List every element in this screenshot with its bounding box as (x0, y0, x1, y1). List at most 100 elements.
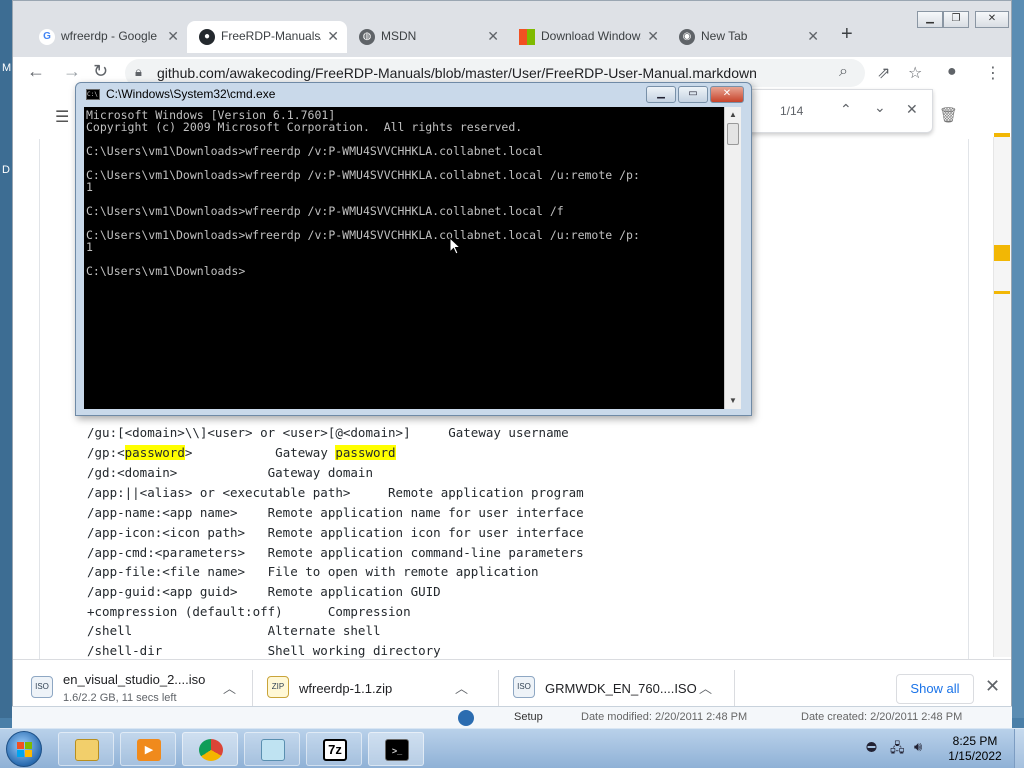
find-close-icon[interactable]: ✕ (906, 101, 918, 118)
tab-label: Download Windows (541, 29, 641, 43)
google-icon: G (39, 29, 55, 45)
tab-google-search[interactable]: G wfreerdp - Google Search ✕ (27, 21, 187, 53)
scroll-up-icon[interactable]: ▲ (729, 110, 737, 119)
taskbar-notepad[interactable] (244, 732, 300, 766)
file-name: Setup (514, 711, 543, 723)
cmd-title: C:\Windows\System32\cmd.exe (106, 87, 276, 101)
globe-icon: ◍ (359, 29, 375, 45)
console-line: C:\Users\vm1\Downloads>wfreerdp /v:P-WMU… (86, 228, 640, 242)
tab-close-icon[interactable]: ✕ (487, 28, 499, 45)
tab-close-icon[interactable]: ✕ (807, 28, 819, 45)
tab-label: New Tab (701, 29, 748, 43)
cmd-icon: C:\ (86, 89, 100, 100)
menu-dots-icon[interactable]: ⋮ (985, 63, 1001, 83)
start-button[interactable] (6, 731, 42, 767)
forward-arrow-icon[interactable]: → (63, 61, 81, 82)
manual-line: /app-cmd:<parameters> Remote application… (87, 545, 584, 560)
manual-line: /app-guid:<app guid> Remote application … (87, 584, 441, 599)
cmd-minimize-button[interactable]: ▁ (646, 86, 676, 103)
chevron-up-icon[interactable]: ︿ (699, 678, 712, 697)
taskbar-7zip[interactable]: 7z (306, 732, 362, 766)
manual-line: /app-file:<file name> File to open with … (87, 564, 539, 579)
zoom-icon[interactable]: ⌕ (839, 63, 848, 81)
microsoft-icon (519, 29, 535, 45)
divider (734, 670, 735, 708)
iso-file-icon: ISO (513, 676, 535, 698)
clock-time: 8:25 PM (952, 734, 998, 748)
back-arrow-icon[interactable]: ← (27, 61, 45, 82)
iso-file-icon: ISO (31, 676, 53, 698)
chrome-minimize-button[interactable]: ▁ (917, 11, 943, 28)
manual-line: /app-name:<app name> Remote application … (87, 505, 584, 520)
find-previous-icon[interactable]: ⌃ (840, 101, 852, 118)
tab-freerdp-manual[interactable]: ● FreeRDP-Manuals/FreeRDP-User-Manual.ma… (187, 21, 347, 53)
manual-line: /gu:[<domain>\\]<user> or <user>[@<domai… (87, 425, 569, 440)
console-output[interactable]: Microsoft Windows [Version 6.1.7601] Cop… (84, 107, 724, 409)
hamburger-icon[interactable]: ☰ (55, 107, 69, 127)
chrome-icon (199, 739, 223, 761)
find-count: 1/14 (780, 104, 804, 118)
find-marker (994, 133, 1010, 137)
network-icon[interactable]: 🖧︎ (890, 739, 905, 761)
lock-icon: 🔒︎ (135, 64, 142, 79)
search-highlight: password (124, 445, 185, 460)
tab-close-icon[interactable]: ✕ (327, 28, 339, 45)
tab-label: FreeRDP-Manuals/FreeRDP-User-Manual.mark… (221, 29, 321, 43)
system-clock[interactable]: 8:25 PM 1/15/2022 (940, 734, 1010, 764)
chevron-up-icon[interactable]: ︿ (223, 678, 236, 697)
scroll-down-icon[interactable]: ▼ (729, 396, 737, 405)
console-line: C:\Users\vm1\Downloads>wfreerdp /v:P-WMU… (86, 144, 543, 158)
delete-icon[interactable]: 🗑︎ (939, 106, 958, 124)
taskbar-explorer[interactable] (58, 732, 114, 766)
address-url: github.com/awakecoding/FreeRDP-Manuals/b… (157, 65, 757, 81)
mouse-pointer-icon (449, 237, 461, 255)
console-line: C:\Users\vm1\Downloads>wfreerdp /v:P-WMU… (86, 168, 640, 182)
desktop-right-edge (1012, 0, 1024, 718)
star-icon[interactable]: ☆ (908, 63, 922, 83)
find-marker (994, 291, 1010, 294)
manual-line: /app:||<alias> or <executable path> Remo… (87, 485, 584, 500)
taskbar-cmd[interactable]: >_ (368, 732, 424, 766)
cmd-icon: >_ (385, 739, 409, 761)
tab-download-windows[interactable]: Download Windows ✕ (507, 21, 667, 53)
page-scrollbar[interactable] (993, 137, 1011, 657)
share-icon[interactable]: ⇗ (877, 63, 890, 83)
cmd-scrollbar[interactable]: ▲ ▼ (724, 107, 741, 409)
download-name: GRMWDK_EN_760....ISO (545, 681, 697, 696)
cmd-window: C:\ C:\Windows\System32\cmd.exe ▁ ▭ ✕ Mi… (75, 82, 752, 416)
tab-close-icon[interactable]: ✕ (647, 28, 659, 45)
date-modified: Date modified: 2/20/2011 2:48 PM (581, 711, 748, 723)
new-tab-button[interactable]: + (841, 23, 853, 46)
cmd-close-button[interactable]: ✕ (710, 86, 744, 103)
github-icon: ● (199, 29, 215, 45)
tab-strip: ▁ ❐ ✕ G wfreerdp - Google Search ✕ ● Fre… (13, 1, 1011, 57)
show-all-button[interactable]: Show all (896, 674, 974, 704)
volume-icon[interactable]: 🔊︎ (914, 739, 922, 755)
chrome-restore-button[interactable]: ❐ (943, 11, 969, 28)
manual-line: +compression (default:off) Compression (87, 604, 411, 619)
chevron-up-icon[interactable]: ︿ (455, 678, 468, 697)
find-next-icon[interactable]: ⌄ (874, 99, 886, 116)
taskbar: ▶ 7z >_ ⛔︎ 🖧︎ 🔊︎ 8:25 PM 1/15/2022 (0, 728, 1024, 768)
cmd-maximize-button[interactable]: ▭ (678, 86, 708, 103)
manual-line: /gd:<domain> Gateway domain (87, 465, 373, 480)
search-highlight: password (335, 445, 396, 460)
tab-msdn[interactable]: ◍ MSDN ✕ (347, 21, 507, 53)
taskbar-media-player[interactable]: ▶ (120, 732, 176, 766)
explorer-icon (75, 739, 99, 761)
chrome-close-button[interactable]: ✕ (975, 11, 1009, 28)
setup-icon (458, 710, 474, 726)
console-line: Copyright (c) 2009 Microsoft Corporation… (86, 120, 523, 134)
reload-icon[interactable]: ↻ (93, 61, 108, 82)
scroll-thumb[interactable] (727, 123, 739, 145)
tab-label: MSDN (381, 29, 417, 43)
find-bar: 1/14 ⌃ ⌄ ✕ (733, 89, 933, 133)
tab-new-tab[interactable]: ◉ New Tab ✕ (667, 21, 827, 53)
network-error-icon[interactable]: ⛔︎ (866, 739, 877, 755)
profile-icon[interactable]: ● (947, 63, 957, 81)
downloads-close-icon[interactable]: ✕ (985, 676, 1000, 697)
windows-logo-icon (17, 742, 33, 758)
taskbar-chrome[interactable] (182, 732, 238, 766)
show-desktop-button[interactable] (1014, 729, 1024, 768)
tab-close-icon[interactable]: ✕ (167, 28, 179, 45)
